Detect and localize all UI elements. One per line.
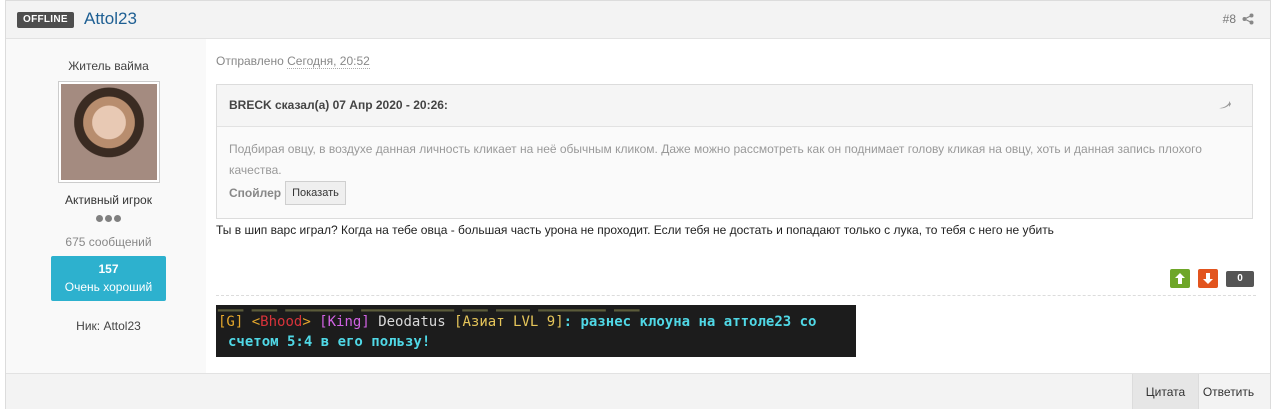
- attached-game-screenshot[interactable]: ▁▁▁ ▁▁▁ ▁▁▁▁▁▁▁▁ ▁▁▁▁▁▁▁▁▁▁▁ ▁▁▁ ▁▁▁▁ ▁▁…: [216, 305, 856, 357]
- chat-line-1: [G] <Bhood> [King] Deodatus [Азиат LVL 9…: [218, 314, 817, 330]
- chat-rank: [King]: [319, 314, 379, 330]
- chat-player-name: Deodatus: [378, 314, 455, 330]
- share-icon[interactable]: [1242, 13, 1254, 25]
- reputation-value: 157: [98, 262, 119, 276]
- rank-pip: [114, 215, 121, 222]
- quote-header: BRECK сказал(а) 07 Апр 2020 - 20:26:: [217, 85, 1252, 127]
- reply-button[interactable]: Ответить: [1198, 374, 1258, 409]
- rank-pips: [96, 215, 122, 223]
- rank-pip: [105, 215, 112, 222]
- posts-count: 675 сообщений: [65, 235, 152, 249]
- author-nick: Ник: Attol23: [76, 319, 141, 333]
- reputation-label: Очень хороший: [64, 280, 153, 294]
- forum-post: OFFLINE Attol23 #8 Житель вайма Активный…: [5, 0, 1271, 409]
- post-content: Отправлено Сегодня, 20:52 BRECK сказал(а…: [216, 39, 1256, 373]
- arrow-up-icon: [1175, 273, 1185, 284]
- spoiler: Спойлер Показать: [229, 181, 1240, 205]
- chat-clan-close: >: [302, 314, 320, 330]
- divider: [216, 295, 1256, 296]
- author-rank: Активный игрок: [65, 193, 152, 207]
- quote-text: Подбирая овцу, в воздухе данная личность…: [229, 142, 1202, 177]
- chat-clan: Bhood: [260, 314, 303, 330]
- author-title: Житель вайма: [68, 59, 149, 73]
- vote-down-button[interactable]: [1198, 269, 1218, 288]
- vote-score: 0: [1226, 270, 1254, 287]
- spoiler-label: Спойлер: [229, 185, 282, 200]
- posted-label: Отправлено: [216, 54, 284, 68]
- chat-line-2: счетом 5:4 в его пользу!: [228, 334, 431, 350]
- post-header: OFFLINE Attol23 #8: [6, 1, 1270, 39]
- quote-body: Подбирая овцу, в воздухе данная личность…: [217, 127, 1252, 205]
- spoiler-show-button[interactable]: Показать: [285, 181, 346, 205]
- arrow-down-icon: [1203, 273, 1213, 284]
- reputation-badge: 157 Очень хороший: [51, 256, 166, 301]
- chat-message: : разнес клоуна на аттоле23 со: [563, 314, 817, 330]
- posted-date: Сегодня, 20:52: [287, 54, 370, 69]
- avatar[interactable]: [58, 81, 160, 183]
- posted-line: Отправлено Сегодня, 20:52: [216, 54, 370, 69]
- post-number-link[interactable]: #8: [1223, 12, 1236, 26]
- quote-arrow-icon[interactable]: [1218, 100, 1232, 110]
- chat-line-partial: ▁▁▁ ▁▁▁ ▁▁▁▁▁▁▁▁ ▁▁▁▁▁▁▁▁▁▁▁ ▁▁▁ ▁▁▁▁ ▁▁…: [218, 305, 639, 312]
- post-footer: Цитата Ответить: [6, 373, 1270, 409]
- chat-level: [Азиат LVL 9]: [454, 314, 564, 330]
- chat-clan-open: <: [251, 314, 261, 330]
- author-info: Житель вайма Активный игрок 675 сообщени…: [6, 39, 206, 373]
- quote-button[interactable]: Цитата: [1132, 374, 1198, 409]
- vote-controls: 0: [1170, 269, 1254, 288]
- quote-block: BRECK сказал(а) 07 Апр 2020 - 20:26: Под…: [216, 84, 1253, 219]
- status-badge: OFFLINE: [17, 12, 74, 28]
- rank-pip: [96, 215, 103, 222]
- vote-up-button[interactable]: [1170, 269, 1190, 288]
- author-name-link[interactable]: Attol23: [84, 9, 137, 29]
- post-text: Ты в шип варс играл? Когда на тебе овца …: [216, 223, 1054, 237]
- chat-channel: [G]: [218, 314, 252, 330]
- avatar-image: [61, 84, 157, 180]
